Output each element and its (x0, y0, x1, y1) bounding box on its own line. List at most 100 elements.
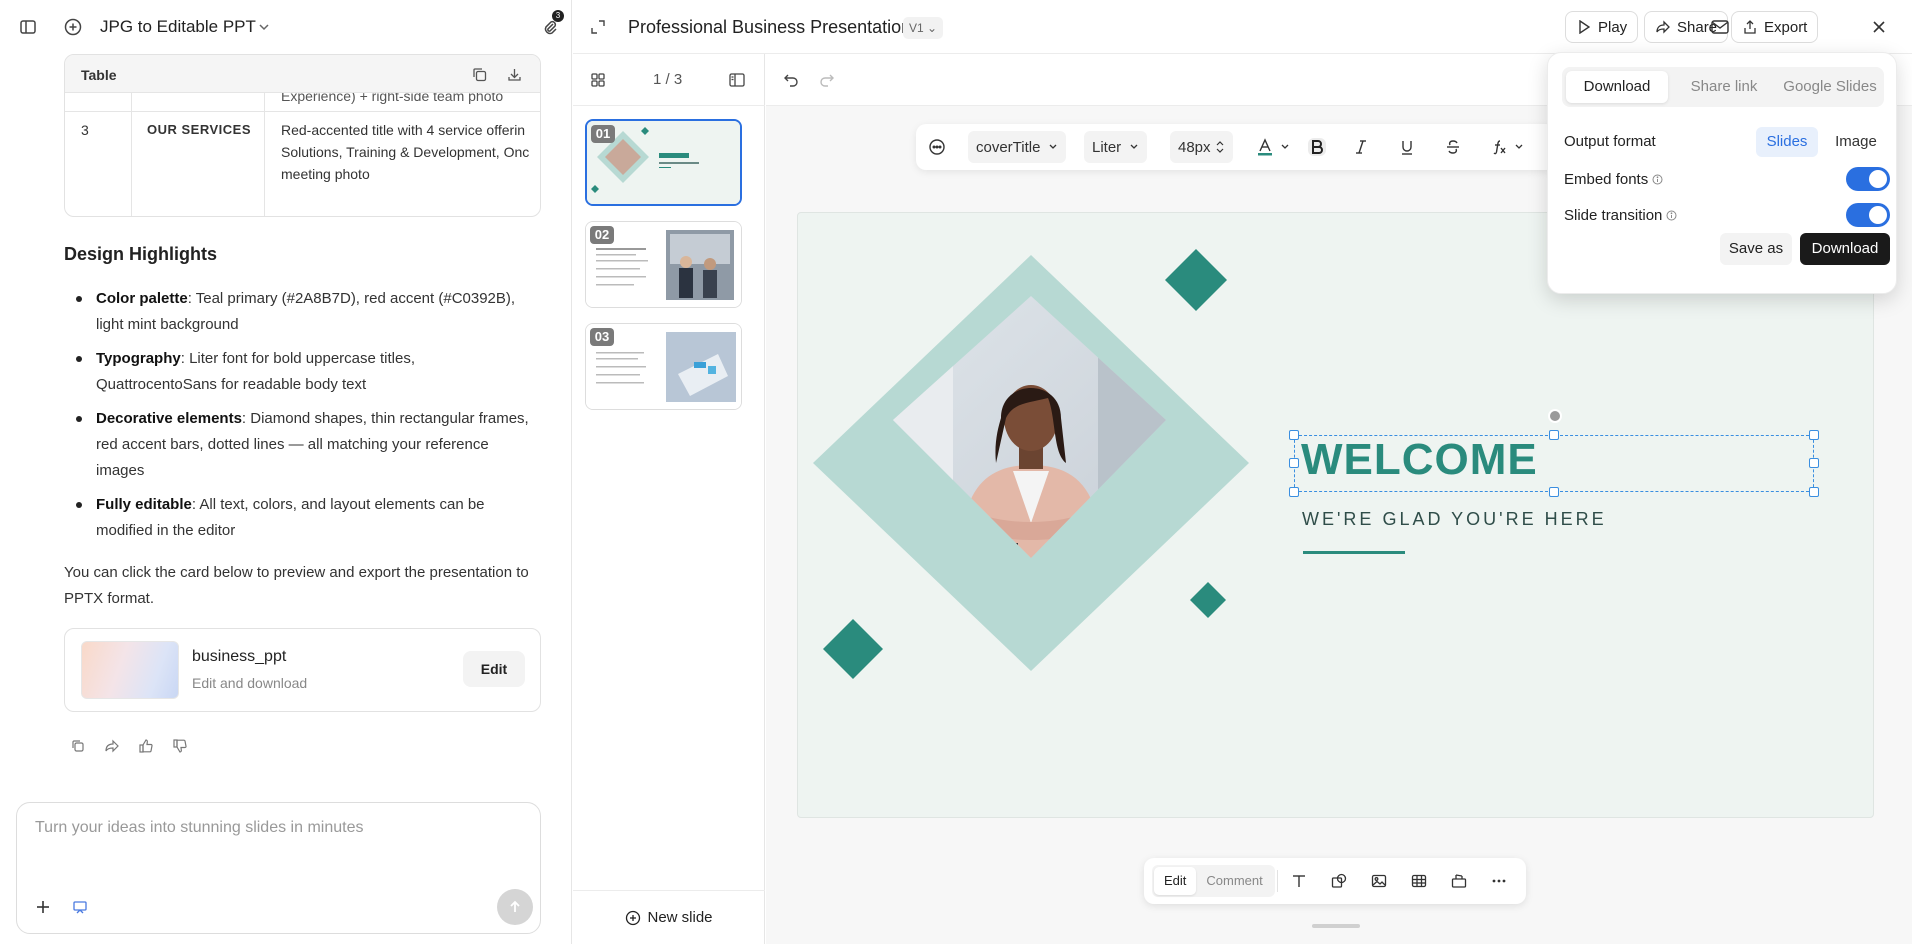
new-slide-button[interactable]: New slide (573, 890, 765, 944)
undo-icon[interactable] (782, 71, 800, 89)
close-icon[interactable] (1869, 17, 1889, 37)
format-option-slides[interactable]: Slides (1756, 127, 1818, 157)
resize-handle[interactable] (1549, 487, 1559, 497)
table-body: Experience) + right-side team photo 3 OU… (65, 93, 540, 216)
redo-icon[interactable] (818, 71, 836, 89)
slide-thumbnail-1[interactable]: 01 (585, 119, 742, 206)
font-family-select[interactable]: Liter (1084, 124, 1148, 170)
formula-icon (1490, 138, 1508, 156)
save-as-button[interactable]: Save as (1720, 233, 1792, 265)
new-chat-icon[interactable] (63, 17, 83, 37)
font-size-stepper[interactable]: 48px (1170, 124, 1233, 170)
slide-transition-toggle[interactable] (1846, 203, 1890, 227)
chat-composer[interactable]: Turn your ideas into stunning slides in … (16, 802, 541, 934)
resize-handle[interactable] (1289, 487, 1299, 497)
table-cell: OUR SERVICES (147, 122, 252, 137)
table-card-header: Table (65, 55, 540, 93)
plus-icon[interactable] (33, 897, 53, 917)
slide-canvas[interactable]: WELCOME WE'RE GLAD YOU'RE HERE (797, 212, 1874, 818)
text-icon[interactable] (1290, 872, 1308, 890)
underline-button[interactable] (1398, 124, 1416, 170)
image-icon[interactable] (1370, 872, 1388, 890)
comment-icon[interactable] (928, 124, 946, 170)
presentation-title[interactable]: Professional Business Presentation (628, 17, 911, 38)
table-card: Table Experience) + right-side team phot… (64, 54, 541, 217)
info-icon (1652, 174, 1663, 185)
diamond-accent[interactable] (1165, 249, 1227, 311)
slide-number: 02 (590, 226, 614, 244)
stepper-icon (1215, 140, 1225, 154)
formula-button[interactable] (1490, 124, 1524, 170)
tab-download[interactable]: Download (1566, 71, 1668, 103)
chat-title[interactable]: JPG to Editable PPT (100, 17, 256, 37)
share-icon[interactable] (104, 738, 120, 754)
edit-mode-tab[interactable]: Edit (1154, 867, 1197, 895)
copy-icon[interactable] (471, 66, 487, 82)
chat-header: JPG to Editable PPT 3 (0, 0, 572, 54)
slide-thumbnail-pane: 1 / 3 01 02 03 New slide (573, 54, 765, 944)
bold-button[interactable] (1308, 124, 1326, 170)
slides-tool-icon[interactable] (71, 898, 89, 916)
section-heading: Design Highlights (64, 244, 217, 264)
collapse-icon[interactable] (589, 18, 607, 36)
mail-icon[interactable] (1710, 18, 1730, 36)
table-cell: Experience) + right-side team photo (281, 93, 504, 104)
resize-handle[interactable] (1549, 430, 1559, 440)
grid-view-icon[interactable] (589, 71, 607, 89)
table-icon[interactable] (1410, 872, 1428, 890)
thumbs-down-icon[interactable] (172, 738, 188, 754)
comment-mode-tab[interactable]: Comment (1196, 867, 1272, 895)
more-icon[interactable] (1490, 872, 1508, 890)
tab-share-link[interactable]: Share link (1674, 71, 1774, 103)
sidebar-toggle-icon[interactable] (18, 17, 38, 37)
edit-button[interactable]: Edit (463, 651, 525, 687)
message-input[interactable]: Turn your ideas into stunning slides in … (35, 819, 363, 837)
play-button[interactable]: Play (1565, 11, 1639, 43)
text-color-picker[interactable] (1256, 124, 1290, 170)
chart-icon[interactable] (1450, 872, 1468, 890)
text-style-select[interactable]: coverTitle (968, 124, 1067, 170)
slide-transition-label: Slide transition (1564, 207, 1677, 224)
italic-button[interactable] (1352, 124, 1370, 170)
copy-icon[interactable] (70, 738, 86, 754)
underline-icon (1398, 138, 1416, 156)
table-cell: meeting photo (281, 166, 370, 182)
slide-title[interactable]: WELCOME (1301, 435, 1538, 485)
resize-handle[interactable] (1809, 430, 1819, 440)
strikethrough-button[interactable] (1444, 124, 1462, 170)
output-format-label: Output format (1564, 133, 1656, 150)
info-icon (1666, 210, 1677, 221)
tab-google-slides[interactable]: Google Slides (1778, 71, 1882, 103)
scroll-indicator[interactable] (1312, 924, 1360, 928)
panel-layout-icon[interactable] (728, 71, 746, 89)
plus-circle-icon (625, 910, 641, 926)
version-badge[interactable]: V1 ⌄ (903, 17, 944, 39)
embed-fonts-toggle[interactable] (1846, 167, 1890, 191)
chevron-down-icon[interactable] (256, 19, 272, 35)
text-format-toolbar: coverTitle Liter 48px (916, 124, 1556, 170)
slide-subtitle[interactable]: WE'RE GLAD YOU'RE HERE (1302, 509, 1607, 530)
mode-switch: Edit Comment (1152, 865, 1275, 897)
resize-handle[interactable] (1809, 487, 1819, 497)
download-icon[interactable] (506, 66, 522, 82)
shapes-icon[interactable] (1330, 872, 1348, 890)
presentation-file-card[interactable]: business_ppt Edit and download Edit (64, 628, 541, 712)
diamond-accent[interactable] (1190, 582, 1226, 618)
thumbs-up-icon[interactable] (138, 738, 154, 754)
list-item: Fully editable: All text, colors, and la… (76, 492, 536, 544)
highlights-list: Color palette: Teal primary (#2A8B7D), r… (76, 286, 536, 552)
slide-thumbnail-2[interactable]: 02 (585, 221, 742, 308)
resize-handle[interactable] (1289, 430, 1299, 440)
accent-rule[interactable] (1303, 551, 1405, 554)
diamond-accent[interactable] (823, 619, 883, 679)
send-button[interactable] (497, 889, 533, 925)
format-option-image[interactable]: Image (1826, 127, 1886, 157)
export-button[interactable]: Export (1731, 11, 1819, 43)
resize-handle[interactable] (1289, 458, 1299, 468)
rotate-handle[interactable] (1548, 409, 1562, 423)
resize-handle[interactable] (1809, 458, 1819, 468)
file-thumbnail[interactable] (81, 641, 179, 699)
table-cell: Red-accented title with 4 service offeri… (281, 122, 526, 138)
slide-thumbnail-3[interactable]: 03 (585, 323, 742, 410)
download-button[interactable]: Download (1800, 233, 1890, 265)
